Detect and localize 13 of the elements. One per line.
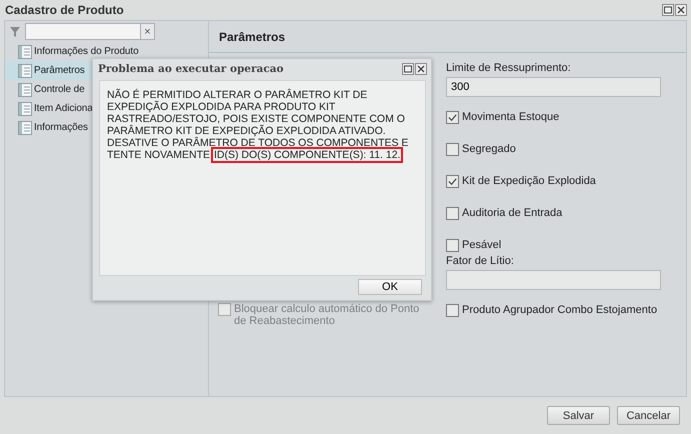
checkbox-label: Movimenta Estoque bbox=[462, 111, 560, 123]
checkbox-label: Produto Agrupador Combo Estojamento bbox=[462, 304, 658, 316]
panel-title: Parâmetros bbox=[219, 30, 286, 44]
dialog-title: Problema ao executar operacao bbox=[98, 63, 284, 75]
error-message: NÃO É PERMITIDO ALTERAR O PARÂMETRO KIT DE EXPEDIÇÃO EXPLODIDA PARA PRODUTO KIT RASTREADO/ESTOJO, POIS EXISTE COMPONENTE COM O PARÂMETRO KIT DE EXPEDIÇÃO EXPLODIDA ATIVADO. DESATIVE O PARÂMETRO DE TODOS OS COMPONENTES E TENTE NOVAMENTE ID(S) DO(S) COMPONENTE(S): 11. 12. bbox=[107, 89, 410, 161]
window-title: Cadastro de Produto bbox=[5, 3, 124, 17]
checkbox-label: Bloquear calculo automático do Ponto de Reabastecimento bbox=[234, 303, 420, 327]
checkbox-label: Segregado bbox=[462, 143, 516, 155]
checkbox-label: Auditoria de Entrada bbox=[462, 207, 562, 219]
checkbox-label: Pesável bbox=[462, 239, 502, 251]
checkbox-label: Kit de Expedição Explodida bbox=[462, 175, 596, 187]
field-label: Limite de Ressuprimento: bbox=[446, 62, 572, 74]
field-label: Fator de Lítio: bbox=[446, 255, 515, 267]
